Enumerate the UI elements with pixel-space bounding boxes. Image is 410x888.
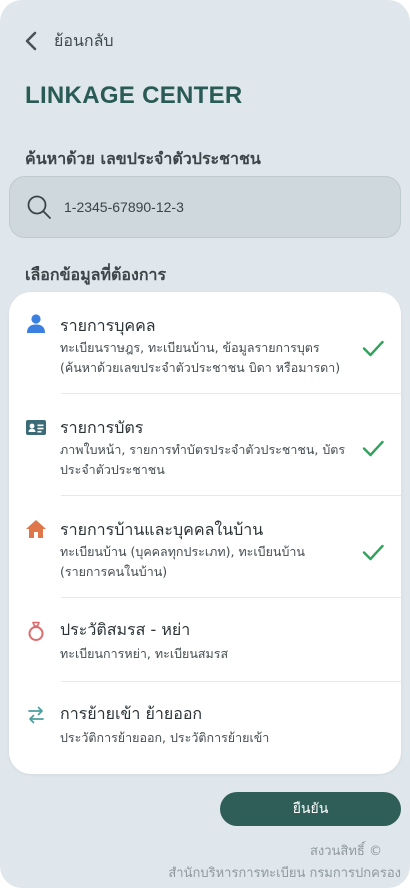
- option-person-records[interactable]: รายการบุคคล ทะเบียนราษฎร, ทะเบียนบ้าน, ข…: [9, 292, 401, 394]
- option-title: รายการบุคคล: [60, 316, 156, 335]
- option-title: การย้ายเข้า ย้ายออก: [60, 704, 203, 723]
- copyright: สงวนสิทธิ์ ©: [309, 844, 382, 859]
- options-label: เลือกข้อมูลที่ต้องการ: [25, 265, 167, 284]
- screen: ย้อนกลับ LINKAGE CENTER ค้นหาด้วย เลขประ…: [0, 0, 410, 888]
- option-title: รายการบัตร: [60, 418, 144, 437]
- option-description: ทะเบียนการหย่า, ทะเบียนสมรส: [60, 646, 229, 661]
- check-icon: [362, 440, 384, 457]
- organization-name: สำนักบริหารการทะเบียน กรมการปกครอง: [168, 866, 401, 881]
- option-description: ทะเบียนบ้าน (บุคคลทุกประเภท), ทะเบียนบ้า…: [60, 544, 305, 579]
- search-icon: [27, 195, 51, 219]
- chevron-left-icon: [25, 31, 37, 51]
- option-card-records[interactable]: รายการบัตร ภาพใบหน้า, รายการทำบัตรประจำต…: [9, 394, 401, 496]
- check-icon: [362, 340, 384, 357]
- option-marriage-history[interactable]: ประวัติสมรส - หย่า ทะเบียนการหย่า, ทะเบี…: [9, 598, 401, 682]
- option-description: ทะเบียนราษฎร, ทะเบียนบ้าน, ข้อมูลรายการบ…: [60, 340, 341, 375]
- options-card: รายการบุคคล ทะเบียนราษฎร, ทะเบียนบ้าน, ข…: [9, 292, 401, 774]
- check-icon: [362, 544, 384, 561]
- person-icon: [25, 312, 47, 334]
- confirm-button[interactable]: ยืนยัน: [220, 792, 401, 826]
- house-icon: [25, 518, 47, 540]
- transfer-arrows-icon: [25, 704, 47, 726]
- back-label: ย้อนกลับ: [54, 30, 114, 50]
- option-move-in-out[interactable]: การย้ายเข้า ย้ายออก ประวัติการย้ายออก, ป…: [9, 682, 401, 774]
- option-description: ภาพใบหน้า, รายการทำบัตรประจำตัวประชาชน, …: [60, 442, 346, 477]
- search-label: ค้นหาด้วย เลขประจำตัวประชาชน: [25, 149, 261, 168]
- ring-icon: [25, 620, 47, 642]
- back-button[interactable]: ย้อนกลับ: [22, 28, 114, 54]
- option-description: ประวัติการย้ายออก, ประวัติการย้ายเข้า: [60, 730, 270, 745]
- option-title: ประวัติสมรส - หย่า: [60, 620, 191, 639]
- search-input[interactable]: 1-2345-67890-12-3: [9, 176, 401, 238]
- option-house-records[interactable]: รายการบ้านและบุคคลในบ้าน ทะเบียนบ้าน (บุ…: [9, 496, 401, 598]
- id-card-icon: [25, 416, 47, 438]
- page-title: LINKAGE CENTER: [25, 82, 243, 109]
- option-title: รายการบ้านและบุคคลในบ้าน: [60, 520, 264, 539]
- search-value: 1-2345-67890-12-3: [64, 199, 184, 215]
